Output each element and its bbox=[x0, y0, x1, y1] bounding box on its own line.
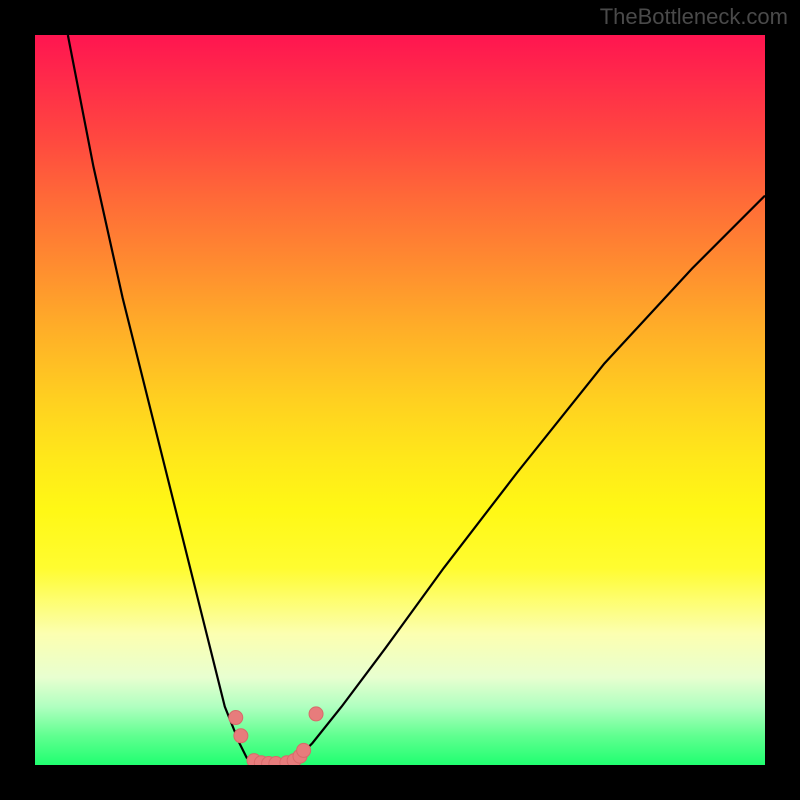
data-marker bbox=[234, 729, 248, 743]
left-descending-curve bbox=[68, 35, 276, 765]
data-marker bbox=[309, 707, 323, 721]
data-marker bbox=[297, 743, 311, 757]
watermark-text: TheBottleneck.com bbox=[600, 4, 788, 30]
right-ascending-curve bbox=[276, 196, 765, 765]
curve-overlay bbox=[35, 35, 765, 765]
data-marker bbox=[229, 711, 243, 725]
data-markers bbox=[229, 707, 323, 765]
chart-container: TheBottleneck.com bbox=[0, 0, 800, 800]
